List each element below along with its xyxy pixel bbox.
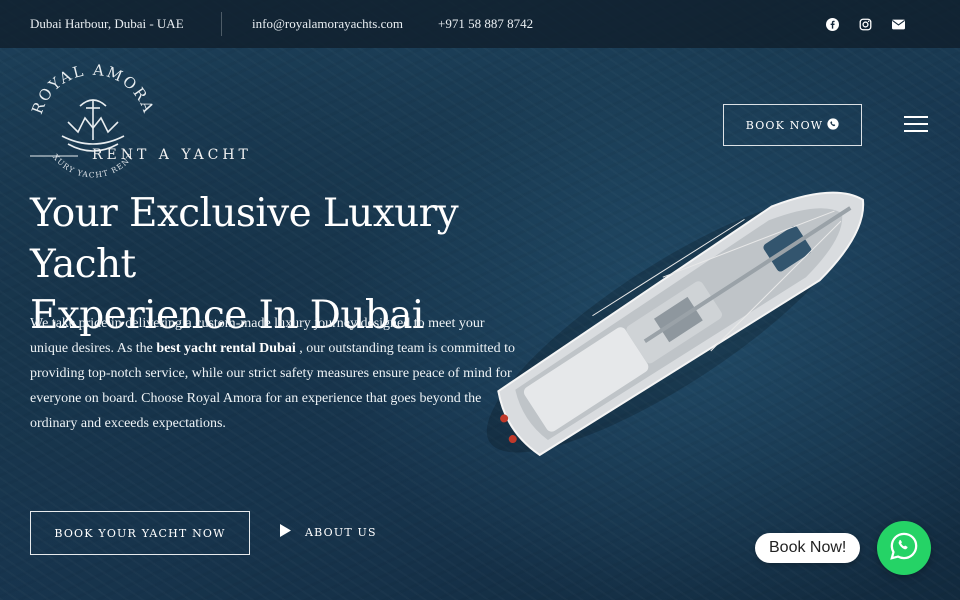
book-now-label: BOOK NOW [745, 118, 824, 132]
hero-intro: We take pride in delivering a custom-mad… [30, 311, 520, 436]
crown-ship-emblem: ROYAL AMORA LUXURY YACHT RENTAL [24, 53, 156, 179]
brand-logo[interactable]: ROYAL AMORA LUXURY YACHT RENTAL RENT A Y… [24, 53, 258, 190]
book-now-button[interactable]: BOOK NOW [723, 104, 862, 146]
top-bar: Dubai Harbour, Dubai - UAE info@royalamo… [0, 0, 960, 48]
hamburger-icon[interactable] [904, 115, 928, 133]
whatsapp-icon [889, 531, 919, 565]
play-icon [280, 524, 291, 540]
whatsapp-icon [827, 117, 839, 133]
location-text: Dubai Harbour, Dubai - UAE [30, 16, 184, 31]
intro-highlight: best yacht rental Dubai [156, 341, 296, 356]
topbar-divider [221, 12, 222, 36]
headline-line-1: Your Exclusive Luxury Yacht [30, 191, 459, 287]
book-your-yacht-button[interactable]: BOOK YOUR YACHT NOW [30, 511, 250, 555]
envelope-icon[interactable] [891, 17, 905, 31]
instagram-icon[interactable] [858, 17, 872, 31]
chat-widget-label[interactable]: Book Now! [755, 533, 861, 563]
whatsapp-chat-button[interactable] [877, 521, 931, 575]
email-link[interactable]: info@royalamorayachts.com [252, 16, 403, 32]
hero-background: Dubai Harbour, Dubai - UAE info@royalamo… [0, 0, 960, 600]
facebook-icon[interactable] [825, 17, 839, 31]
logo-tagline: RENT A YACHT [92, 147, 252, 163]
about-us-link[interactable]: ABOUT US [280, 521, 377, 543]
phone-link[interactable]: +971 58 887 8742 [438, 16, 533, 32]
about-us-label: ABOUT US [305, 525, 377, 539]
